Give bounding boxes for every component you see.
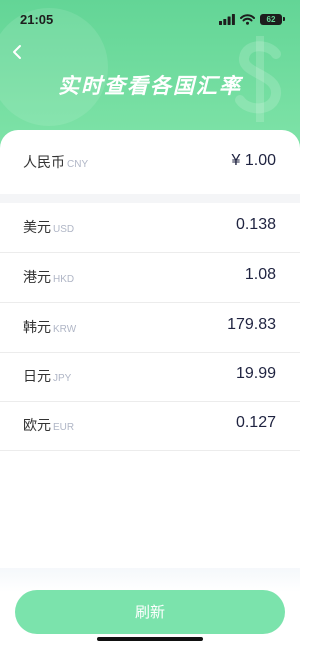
currency-value: 1.08	[244, 266, 276, 283]
currency-code: KRW	[53, 324, 77, 335]
status-icons: 62	[219, 12, 285, 26]
currency-row-krw: 韩元 KRW 179.83	[0, 303, 300, 353]
battery-icon: 62	[260, 13, 285, 25]
currency-row-hkd: 港元 HKD 1.08	[0, 253, 300, 303]
currency-code: EUR	[53, 422, 75, 433]
currency-name: 韩元 KRW	[23, 317, 76, 337]
page-title: 实时查看各国汇率	[58, 74, 242, 98]
header-banner: 21:05 62 实时查看各国汇率	[0, 0, 300, 150]
home-indicator	[97, 637, 203, 641]
status-time: 21:05	[20, 12, 54, 27]
refresh-button[interactable]: 刷新	[15, 590, 285, 634]
base-currency-name: 人民币 CNY	[23, 152, 88, 172]
currency-value: 0.127	[235, 414, 276, 431]
currency-value: 0.138	[235, 216, 276, 233]
back-button[interactable]	[8, 41, 26, 63]
section-divider	[0, 194, 300, 203]
battery-level: 62	[266, 14, 276, 24]
currency-value: 179.83	[227, 316, 276, 333]
status-bar: 21:05 62	[0, 0, 300, 40]
currency-name: 港元 HKD	[23, 267, 74, 287]
currency-name: 日元 JPY	[23, 366, 71, 386]
currency-row-jpy: 日元 JPY 19.99	[0, 352, 300, 402]
currency-name: 欧元 EUR	[23, 415, 74, 435]
base-currency-label: 人民币	[23, 155, 65, 171]
base-currency-code: CNY	[67, 159, 89, 170]
currency-label: 日元	[23, 369, 51, 385]
currency-code: HKD	[53, 274, 75, 285]
currency-row-usd: 美元 USD 0.138	[0, 203, 300, 253]
wifi-icon	[240, 13, 255, 25]
currency-label: 港元	[23, 270, 51, 286]
currency-code: JPY	[53, 373, 72, 384]
base-currency-value: ¥ 1.00	[231, 152, 276, 169]
currency-label: 欧元	[23, 418, 51, 434]
signal-icon	[219, 13, 235, 25]
currency-row-eur: 欧元 EUR 0.127	[0, 401, 300, 451]
currency-value: 19.99	[235, 365, 276, 382]
currency-name: 美元 USD	[23, 217, 74, 237]
currency-label: 美元	[23, 220, 51, 236]
base-currency-row: 人民币 CNY ¥ 1.00	[0, 130, 300, 194]
currency-label: 韩元	[23, 320, 51, 336]
currency-code: USD	[53, 224, 75, 235]
chevron-left-icon	[13, 45, 21, 59]
